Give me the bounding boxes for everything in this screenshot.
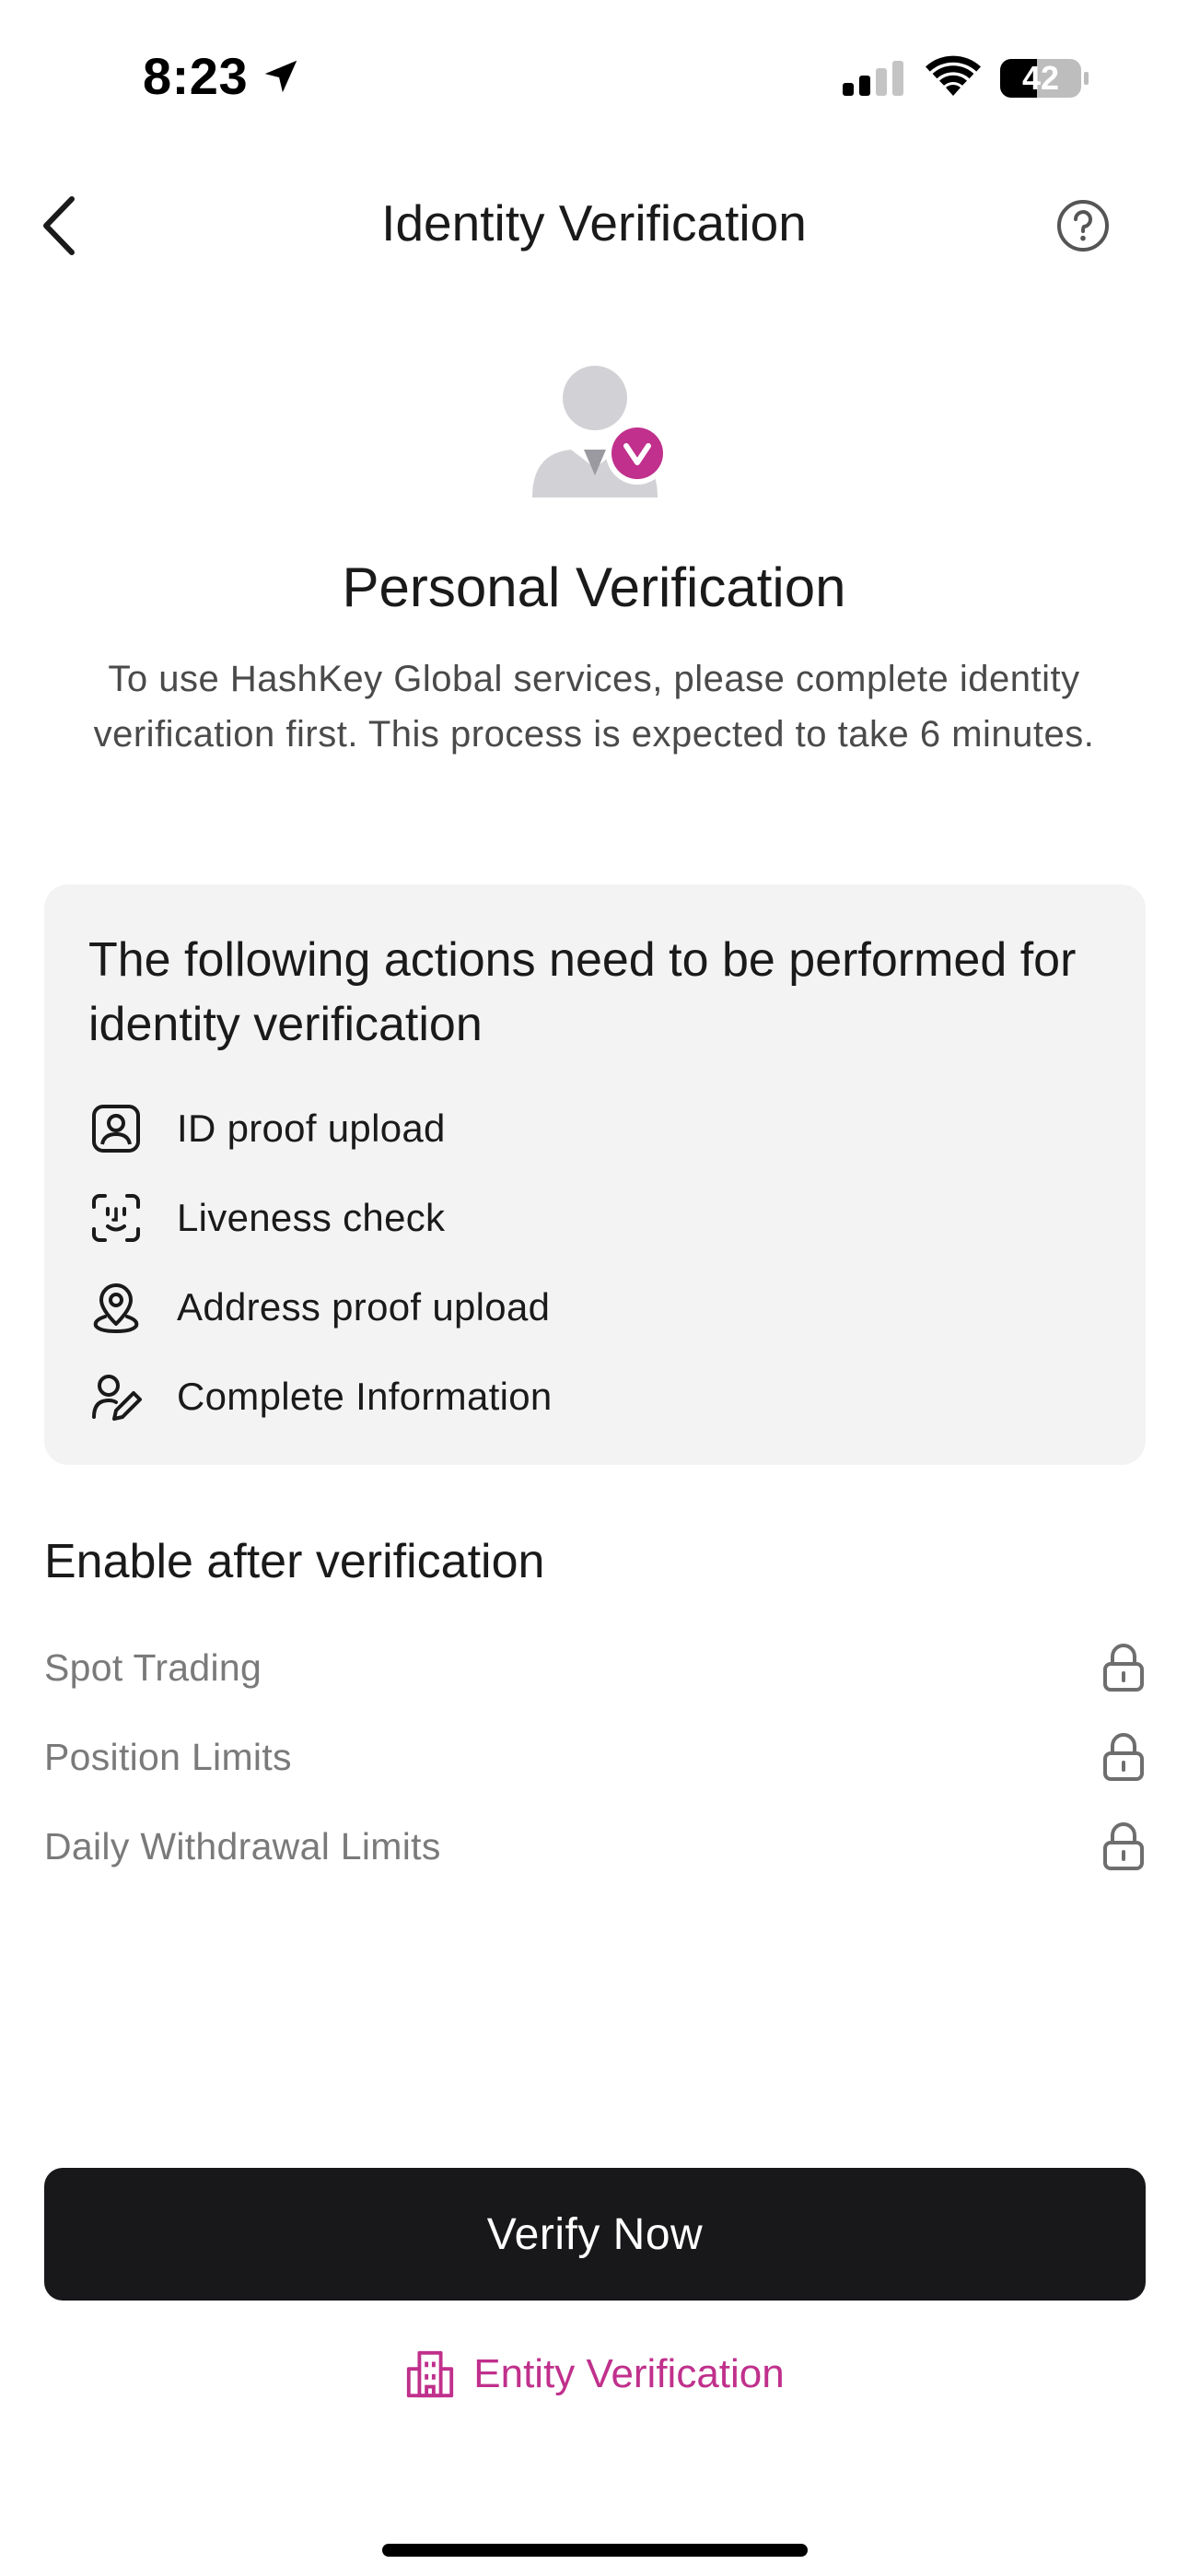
lock-icon xyxy=(1103,1733,1144,1781)
face-scan-icon xyxy=(92,1194,140,1242)
cellular-signal-icon xyxy=(843,61,903,96)
action-item-liveness: Liveness check xyxy=(88,1186,1009,1250)
help-icon[interactable] xyxy=(1055,198,1111,253)
permission-label: Position Limits xyxy=(44,1735,292,1778)
verify-now-button[interactable]: Verify Now xyxy=(44,2168,1146,2301)
permission-row-spot-trading: Spot Trading xyxy=(44,1635,1146,1700)
permission-label: Spot Trading xyxy=(44,1645,262,1689)
page-title: Identity Verification xyxy=(381,194,807,252)
action-item-complete-info: Complete Information xyxy=(88,1364,1009,1429)
location-pin-icon xyxy=(93,1283,139,1334)
home-indicator[interactable] xyxy=(382,2544,808,2557)
required-actions-title: The following actions need to be perform… xyxy=(88,933,1077,1051)
action-label: Liveness check xyxy=(177,1196,446,1239)
lock-icon xyxy=(1103,1644,1144,1692)
action-label: Address proof upload xyxy=(177,1285,551,1329)
action-label: Complete Information xyxy=(177,1375,553,1418)
permission-label: Daily Withdrawal Limits xyxy=(44,1824,441,1868)
permissions-title: Enable after verification xyxy=(44,1535,545,1588)
user-verified-icon xyxy=(532,366,669,498)
lock-icon xyxy=(1103,1822,1144,1870)
permission-row-position-limits: Position Limits xyxy=(44,1725,1146,1789)
location-arrow-icon xyxy=(264,60,297,93)
id-card-icon xyxy=(92,1105,140,1153)
entity-verification-link[interactable]: Entity Verification xyxy=(0,2342,1188,2406)
action-label: ID proof upload xyxy=(177,1107,446,1150)
wifi-icon xyxy=(926,55,981,96)
action-item-address-proof: Address proof upload xyxy=(88,1275,1009,1340)
status-time: 8:23 xyxy=(143,47,249,105)
user-edit-icon xyxy=(92,1375,142,1421)
verification-description: To use HashKey Global services, please c… xyxy=(93,659,1095,755)
battery-level: 42 xyxy=(1021,59,1060,97)
building-icon xyxy=(407,2350,454,2398)
action-item-id-proof: ID proof upload xyxy=(88,1096,1009,1161)
verification-type-title: Personal Verification xyxy=(342,556,846,618)
entity-verification-label: Entity Verification xyxy=(473,2351,785,2396)
permission-row-daily-withdrawal: Daily Withdrawal Limits xyxy=(44,1814,1146,1879)
battery-indicator: 42 xyxy=(998,55,1090,101)
